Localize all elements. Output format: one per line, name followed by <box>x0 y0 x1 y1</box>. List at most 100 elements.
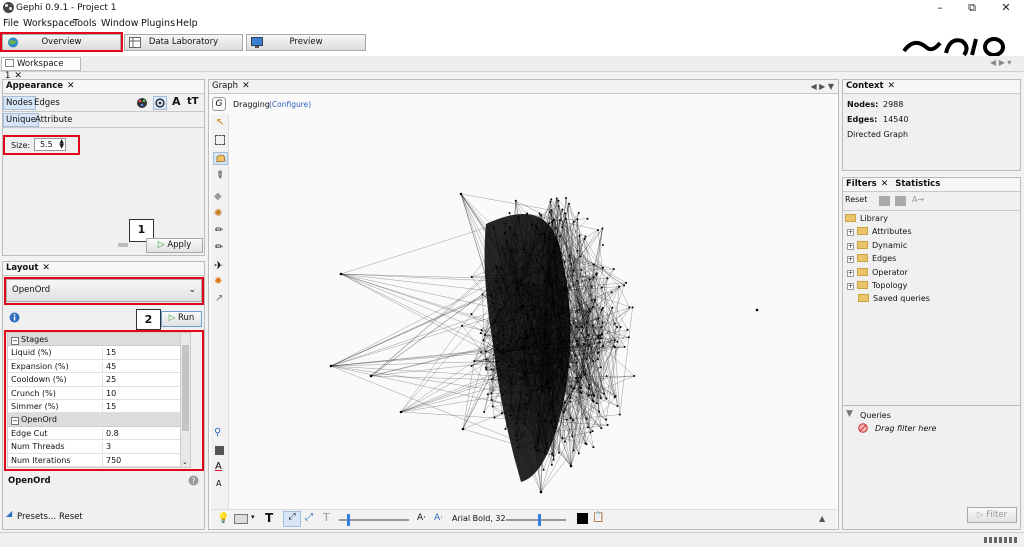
graph-node[interactable] <box>550 209 553 212</box>
graph-node[interactable] <box>501 393 504 396</box>
graph-node[interactable] <box>626 328 629 331</box>
graph-node[interactable] <box>558 366 561 369</box>
graph-node[interactable] <box>533 363 536 366</box>
data-laboratory-button[interactable]: Data Laboratory <box>124 34 243 51</box>
graph-node[interactable] <box>501 351 504 354</box>
graph-node[interactable] <box>521 304 524 307</box>
graph-canvas[interactable] <box>231 114 835 509</box>
graph-node[interactable] <box>492 321 495 324</box>
graph-node[interactable] <box>543 279 546 282</box>
graph-node[interactable] <box>547 250 550 253</box>
graph-node[interactable] <box>565 196 568 199</box>
graph-node[interactable] <box>500 412 503 415</box>
graph-node[interactable] <box>601 266 604 269</box>
graph-node[interactable] <box>572 220 575 223</box>
tab-scroll-arrows-icon[interactable]: ◀ ▶ ▾ <box>990 58 1011 67</box>
graph-node[interactable] <box>485 358 488 361</box>
graph-node[interactable] <box>588 383 591 386</box>
graph-node[interactable] <box>557 451 560 454</box>
graph-node[interactable] <box>574 354 577 357</box>
graph-node[interactable] <box>572 322 575 325</box>
graph-node[interactable] <box>576 380 579 383</box>
graph-node[interactable] <box>490 392 493 395</box>
graph-node[interactable] <box>563 260 566 263</box>
graph-node[interactable] <box>546 364 549 367</box>
configure-link[interactable]: (Configure) <box>269 100 311 109</box>
close-icon[interactable]: ✕ <box>242 81 250 91</box>
graph-node[interactable] <box>605 375 608 378</box>
list-item[interactable]: + Attributes <box>845 225 1015 238</box>
graph-node[interactable] <box>599 337 602 340</box>
graph-node[interactable] <box>537 332 540 335</box>
graph-node[interactable] <box>491 301 494 304</box>
graph-node[interactable] <box>616 326 619 329</box>
graph-node[interactable] <box>562 375 565 378</box>
label-size-slider[interactable] <box>506 514 566 526</box>
graph-node[interactable] <box>547 284 550 287</box>
graph-node[interactable] <box>565 418 568 421</box>
graph-node[interactable] <box>526 335 529 338</box>
graph-node[interactable] <box>561 226 564 229</box>
group-stages[interactable]: − Stages <box>8 333 190 347</box>
graph-node[interactable] <box>755 308 759 312</box>
graph-node[interactable] <box>623 284 626 287</box>
font-b-icon[interactable]: A· <box>434 513 443 523</box>
graph-node[interactable] <box>533 283 536 286</box>
graph-node[interactable] <box>575 339 578 342</box>
graph-node[interactable] <box>592 276 595 279</box>
graph-node[interactable] <box>509 225 512 228</box>
close-window-button[interactable]: ✕ <box>990 0 1022 17</box>
graph-node[interactable] <box>580 376 583 379</box>
graph-node[interactable] <box>525 290 528 293</box>
graph-node[interactable] <box>484 350 487 353</box>
graph-node[interactable] <box>569 464 573 468</box>
graph-node[interactable] <box>587 387 590 390</box>
table-row[interactable]: Crunch (%) 10 <box>8 386 190 402</box>
graph-node[interactable] <box>561 437 564 440</box>
slider-thumb[interactable] <box>347 514 350 526</box>
graph-node[interactable] <box>494 319 497 322</box>
graph-node[interactable] <box>569 400 572 403</box>
graph-node[interactable] <box>588 307 591 310</box>
graph-node[interactable] <box>536 388 539 391</box>
graph-node[interactable] <box>587 334 590 337</box>
table-row[interactable]: Edge Cut 0.8 <box>8 426 190 442</box>
graph-node[interactable] <box>577 343 580 346</box>
graph-node[interactable] <box>557 313 560 316</box>
graph-node[interactable] <box>552 409 555 412</box>
graph-node[interactable] <box>532 342 535 345</box>
graph-node[interactable] <box>516 439 519 442</box>
graph-node[interactable] <box>485 368 488 371</box>
property-value[interactable]: 750 <box>102 455 121 467</box>
graph-node[interactable] <box>605 397 608 400</box>
graph-node[interactable] <box>597 228 600 231</box>
graph-node[interactable] <box>545 289 548 292</box>
graph-node[interactable] <box>542 468 545 471</box>
graph-node[interactable] <box>612 345 615 348</box>
graph-node[interactable] <box>512 270 515 273</box>
graph-node[interactable] <box>495 265 498 268</box>
graph-node[interactable] <box>497 350 500 353</box>
group-openord[interactable]: − OpenOrd <box>8 413 190 427</box>
graph-node[interactable] <box>524 337 527 340</box>
filter-tool-a-icon[interactable] <box>879 196 890 206</box>
graph-node[interactable] <box>557 351 560 354</box>
graph-node[interactable] <box>510 335 513 338</box>
graph-node[interactable] <box>554 227 557 230</box>
graph-node[interactable] <box>552 426 555 429</box>
graph-node[interactable] <box>599 397 602 400</box>
graph-node[interactable] <box>585 443 588 446</box>
text-size-icon[interactable]: T <box>323 511 330 524</box>
graph-node[interactable] <box>616 405 619 408</box>
edge-pencil-icon[interactable]: ✏ <box>215 242 223 253</box>
graph-node[interactable] <box>627 336 630 339</box>
label-color-icon[interactable]: A <box>172 95 181 108</box>
graph-node[interactable] <box>616 340 619 343</box>
graph-node[interactable] <box>613 396 616 399</box>
list-item[interactable]: + Edges <box>845 252 1015 265</box>
graph-node[interactable] <box>501 334 504 337</box>
graph-node[interactable] <box>532 334 535 337</box>
minimize-button[interactable]: – <box>924 0 956 17</box>
graph-node[interactable] <box>545 447 548 450</box>
graph-node[interactable] <box>598 410 601 413</box>
